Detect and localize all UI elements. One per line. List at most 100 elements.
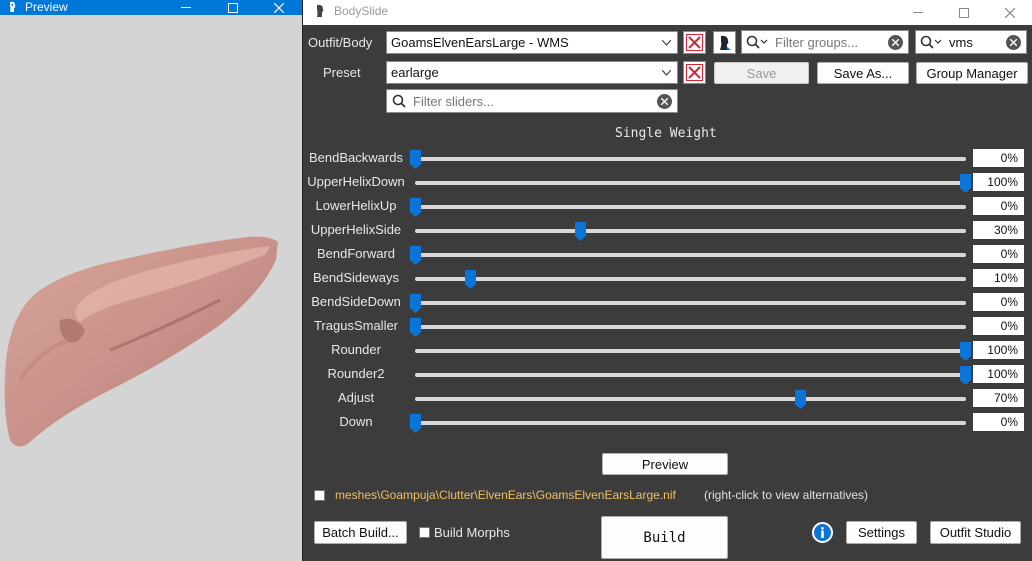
group-manager-button[interactable]: Group Manager <box>916 62 1028 84</box>
clear-outfit-filter-button[interactable] <box>1006 35 1021 50</box>
slider-track[interactable] <box>415 277 966 281</box>
outfit-filter-value: vms <box>949 35 973 50</box>
bodyslide-titlebar[interactable]: BodySlide <box>303 0 1032 25</box>
slider-row: Rounder 100% <box>303 338 1032 362</box>
slider-value-input[interactable]: 10% <box>973 269 1024 287</box>
outfit-file-path[interactable]: meshes\Goampuja\Clutter\ElvenEars\GoamsE… <box>335 488 676 502</box>
slider-row: BendForward 0% <box>303 242 1032 266</box>
slider-name: BendSideways <box>313 270 399 285</box>
slider-thumb[interactable] <box>960 174 971 193</box>
preview-button[interactable]: Preview <box>602 453 728 475</box>
delete-outfit-button[interactable] <box>683 31 706 54</box>
search-icon <box>392 94 406 108</box>
outfit-studio-button[interactable]: Outfit Studio <box>930 521 1021 544</box>
slider-value-input[interactable]: 0% <box>973 149 1024 167</box>
slider-track[interactable] <box>415 421 966 425</box>
bodyslide-head-icon <box>720 35 731 50</box>
slider-thumb[interactable] <box>960 366 971 385</box>
minimize-icon <box>181 6 191 8</box>
minimize-button[interactable] <box>166 0 206 15</box>
clear-icon <box>661 98 668 105</box>
outfit-file-checkbox[interactable] <box>314 490 325 501</box>
slider-thumb[interactable] <box>410 246 421 265</box>
slider-track[interactable] <box>415 349 966 353</box>
slider-value-input[interactable]: 30% <box>973 221 1024 239</box>
info-icon <box>821 527 824 538</box>
slider-thumb[interactable] <box>465 270 476 289</box>
slider-name: TragusSmaller <box>313 318 399 333</box>
slider-thumb[interactable] <box>575 222 586 241</box>
preset-dropdown[interactable]: earlarge <box>386 61 678 84</box>
slider-row: TragusSmaller 0% <box>303 314 1032 338</box>
delete-preset-button[interactable] <box>683 61 706 84</box>
slider-thumb[interactable] <box>960 342 971 361</box>
info-button[interactable] <box>812 522 833 543</box>
outfit-filter-input[interactable]: vms <box>915 30 1027 54</box>
slider-value-input[interactable]: 0% <box>973 197 1024 215</box>
clear-slider-filter-button[interactable] <box>657 94 672 109</box>
slider-track[interactable] <box>415 205 966 209</box>
slider-value-input[interactable]: 0% <box>973 413 1024 431</box>
slider-name: UpperHelixSide <box>310 222 402 237</box>
chevron-down-icon <box>662 70 671 76</box>
red-x-icon <box>686 64 703 81</box>
minimize-button[interactable] <box>895 0 941 25</box>
slider-track[interactable] <box>415 301 966 305</box>
slider-thumb[interactable] <box>795 390 806 409</box>
outfit-studio-shortcut-button[interactable] <box>713 31 736 54</box>
ear-mesh-preview[interactable] <box>0 230 290 455</box>
slider-thumb[interactable] <box>410 294 421 313</box>
maximize-button[interactable] <box>213 0 253 15</box>
slider-thumb[interactable] <box>410 414 421 433</box>
outfit-dropdown[interactable]: GoamsElvenEarsLarge - WMS <box>386 31 678 54</box>
slider-value-input[interactable]: 100% <box>973 341 1024 359</box>
slider-filter-input[interactable]: Filter sliders... <box>386 89 678 113</box>
slider-thumb[interactable] <box>410 198 421 217</box>
slider-track[interactable] <box>415 397 966 401</box>
slider-track[interactable] <box>415 253 966 257</box>
slider-track[interactable] <box>415 181 966 185</box>
slider-track[interactable] <box>415 229 966 233</box>
preview-app-icon <box>10 1 16 12</box>
close-button[interactable] <box>987 0 1032 25</box>
slider-value-input[interactable]: 70% <box>973 389 1024 407</box>
build-morphs-checkbox[interactable] <box>419 527 430 538</box>
slider-name: BendForward <box>316 246 396 261</box>
preview-titlebar[interactable]: Preview <box>0 0 302 15</box>
close-icon <box>1005 7 1015 18</box>
slider-row: UpperHelixDown 100% <box>303 170 1032 194</box>
slider-name: Down <box>339 414 373 429</box>
group-filter-placeholder: Filter groups... <box>775 35 859 50</box>
red-x-icon <box>686 34 703 51</box>
slider-value-input[interactable]: 100% <box>973 365 1024 383</box>
save-button[interactable]: Save <box>714 62 809 84</box>
close-icon <box>274 2 284 13</box>
slider-thumb[interactable] <box>410 150 421 169</box>
search-icon <box>746 35 768 49</box>
slider-filter-placeholder: Filter sliders... <box>413 94 494 109</box>
settings-button[interactable]: Settings <box>846 521 917 544</box>
slider-value-input[interactable]: 0% <box>973 317 1024 335</box>
close-button[interactable] <box>259 0 299 15</box>
build-button[interactable]: Build <box>601 516 728 559</box>
clear-icon <box>892 39 899 46</box>
slider-value-input[interactable]: 0% <box>973 245 1024 263</box>
slider-track[interactable] <box>415 157 966 161</box>
batch-build-button[interactable]: Batch Build... <box>314 521 407 544</box>
slider-name: Adjust <box>337 390 375 405</box>
clear-icon <box>1010 39 1017 46</box>
slider-value-input[interactable]: 0% <box>973 293 1024 311</box>
bodyslide-title: BodySlide <box>334 4 389 18</box>
outfit-selected: GoamsElvenEarsLarge - WMS <box>391 35 569 50</box>
clear-group-filter-button[interactable] <box>888 35 903 50</box>
slider-value-input[interactable]: 100% <box>973 173 1024 191</box>
group-filter-input[interactable]: Filter groups... <box>741 30 909 54</box>
minimize-icon <box>913 11 923 13</box>
slider-track[interactable] <box>415 373 966 377</box>
save-as-button[interactable]: Save As... <box>817 62 909 84</box>
maximize-button[interactable] <box>941 0 987 25</box>
bodyslide-app-icon <box>317 4 324 17</box>
slider-thumb[interactable] <box>410 318 421 337</box>
search-icon <box>920 35 942 49</box>
slider-track[interactable] <box>415 325 966 329</box>
